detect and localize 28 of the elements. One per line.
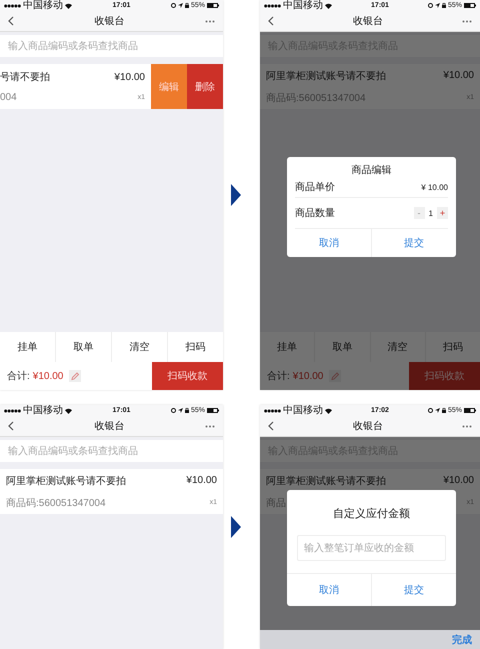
carrier-name: 中国移动 <box>283 0 323 11</box>
page-title: 收银台 <box>353 420 383 433</box>
page-title: 收银台 <box>353 14 383 28</box>
field-label: 商品单价 <box>295 180 335 194</box>
product-code: 004 <box>0 92 17 103</box>
carrier-name: 中国移动 <box>23 405 63 416</box>
carrier-name: 中国移动 <box>283 405 323 416</box>
carrier-name: 中国移动 <box>23 0 63 11</box>
product-price: ¥10.00 <box>443 70 474 81</box>
product-name: 号请不要拍 <box>0 70 50 84</box>
quantity-value: 1 <box>428 208 433 218</box>
product-price: ¥10.00 <box>443 475 474 486</box>
field-label: 商品数量 <box>295 206 335 220</box>
total-label: 合计: <box>7 370 30 383</box>
total-label: 合计: <box>267 370 290 383</box>
product-code: 商品码:560051347004 <box>6 496 106 510</box>
product-name: 阿里掌柜测试账号请不要拍 <box>6 474 126 488</box>
product-name: 阿里掌柜测试账号请不要拍 <box>266 474 386 488</box>
page-title: 收银台 <box>94 14 124 28</box>
product-price: ¥10.00 <box>186 475 217 486</box>
dialog-title: 自定义应付金额 <box>333 506 410 521</box>
product-price: ¥10.00 <box>114 72 145 82</box>
dialog-title: 商品编辑 <box>352 164 392 177</box>
total-amount: ¥10.00 <box>32 370 64 382</box>
field-value: ¥ 10.00 <box>421 182 448 192</box>
total-amount: ¥10.00 <box>292 370 324 382</box>
product-name: 阿里掌柜测试账号请不要拍 <box>266 70 386 82</box>
page-title: 收银台 <box>94 420 124 433</box>
